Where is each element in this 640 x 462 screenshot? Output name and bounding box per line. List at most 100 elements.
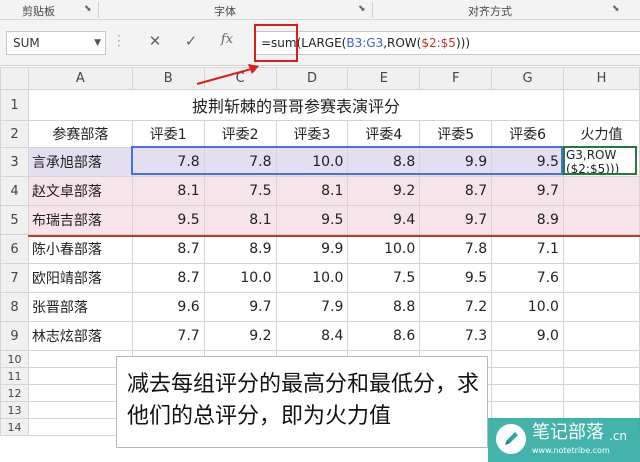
sheet-title[interactable]: 披荆斩棘的哥哥参赛表演评分 <box>27 89 564 121</box>
score-cell[interactable]: 10.0 <box>275 263 349 293</box>
score-cell[interactable]: 8.9 <box>491 205 564 235</box>
header-cell[interactable]: 评委6 <box>491 120 564 148</box>
score-cell[interactable]: 8.8 <box>347 147 421 177</box>
cell[interactable] <box>491 401 564 419</box>
header-cell[interactable]: 评委1 <box>131 120 205 148</box>
column-header[interactable]: A <box>27 67 133 90</box>
cell[interactable] <box>562 321 640 351</box>
row-header[interactable]: 8 <box>0 292 29 322</box>
score-cell[interactable]: 7.2 <box>419 292 493 322</box>
chevron-down-icon[interactable]: ▼ <box>94 32 101 54</box>
cell[interactable] <box>491 350 564 368</box>
select-all-corner[interactable] <box>0 67 29 90</box>
clipboard-launcher-icon[interactable]: ⬊ <box>84 4 94 14</box>
header-cell[interactable]: 评委2 <box>203 120 277 148</box>
score-cell[interactable]: 10.0 <box>347 234 421 264</box>
header-cell[interactable]: 评委5 <box>419 120 493 148</box>
score-cell[interactable]: 7.5 <box>203 176 277 206</box>
tribe-cell[interactable]: 陈小春部落 <box>27 234 133 264</box>
score-cell[interactable]: 9.6 <box>131 292 205 322</box>
score-cell[interactable]: 7.5 <box>347 263 421 293</box>
tribe-cell[interactable]: 赵文卓部落 <box>27 176 133 206</box>
score-cell[interactable]: 9.4 <box>347 205 421 235</box>
score-cell[interactable]: 8.1 <box>203 205 277 235</box>
header-cell[interactable]: 火力值 <box>562 120 640 148</box>
score-cell[interactable]: 7.8 <box>419 234 493 264</box>
score-cell[interactable]: 8.8 <box>347 292 421 322</box>
score-cell[interactable]: 8.4 <box>275 321 349 351</box>
score-cell[interactable]: 9.5 <box>491 147 564 177</box>
font-launcher-icon[interactable]: ⬊ <box>358 4 368 14</box>
row-header[interactable]: 1 <box>0 89 29 121</box>
score-cell[interactable]: 9.0 <box>491 321 564 351</box>
score-cell[interactable]: 7.8 <box>131 147 205 177</box>
name-box[interactable]: SUM ▼ <box>6 31 106 55</box>
score-cell[interactable]: 9.5 <box>275 205 349 235</box>
score-cell[interactable]: 9.2 <box>203 321 277 351</box>
score-cell[interactable]: 7.1 <box>491 234 564 264</box>
score-cell[interactable]: 10.0 <box>275 147 349 177</box>
tribe-cell[interactable]: 布瑞吉部落 <box>27 205 133 235</box>
cell[interactable] <box>562 367 640 385</box>
row-header[interactable]: 5 <box>0 205 29 235</box>
check-icon[interactable]: ✓ <box>180 32 202 50</box>
row-header[interactable]: 13 <box>0 401 29 419</box>
row-header[interactable]: 14 <box>0 418 29 436</box>
score-cell[interactable]: 7.6 <box>491 263 564 293</box>
row-header[interactable]: 11 <box>0 367 29 385</box>
drag-handle-icon[interactable]: · · · <box>117 30 123 52</box>
tribe-cell[interactable]: 张晋部落 <box>27 292 133 322</box>
row-header[interactable]: 7 <box>0 263 29 293</box>
score-cell[interactable]: 7.9 <box>275 292 349 322</box>
score-cell[interactable]: 9.2 <box>347 176 421 206</box>
column-header[interactable]: H <box>562 67 640 90</box>
score-cell[interactable]: 7.7 <box>131 321 205 351</box>
score-cell[interactable]: 9.7 <box>203 292 277 322</box>
score-cell[interactable]: 9.7 <box>491 176 564 206</box>
active-formula-cell[interactable]: G3,ROW($2:$5))) <box>562 147 640 177</box>
cell[interactable] <box>562 205 640 235</box>
cell[interactable] <box>562 292 640 322</box>
column-header[interactable]: F <box>419 67 493 90</box>
score-cell[interactable]: 9.9 <box>419 147 493 177</box>
cell[interactable] <box>562 234 640 264</box>
row-header[interactable]: 3 <box>0 147 29 177</box>
header-cell[interactable]: 评委3 <box>275 120 349 148</box>
column-header[interactable]: D <box>275 67 349 90</box>
cell[interactable] <box>491 384 564 402</box>
score-cell[interactable]: 8.1 <box>275 176 349 206</box>
score-cell[interactable]: 10.0 <box>203 263 277 293</box>
cell[interactable] <box>562 263 640 293</box>
score-cell[interactable]: 9.9 <box>275 234 349 264</box>
score-cell[interactable]: 8.7 <box>419 176 493 206</box>
close-icon[interactable]: ✕ <box>144 32 166 50</box>
header-cell[interactable]: 参赛部落 <box>27 120 133 148</box>
score-cell[interactable]: 9.5 <box>131 205 205 235</box>
header-cell[interactable]: 评委4 <box>347 120 421 148</box>
row-header[interactable]: 4 <box>0 176 29 206</box>
tribe-cell[interactable]: 欧阳靖部落 <box>27 263 133 293</box>
score-cell[interactable]: 8.7 <box>131 263 205 293</box>
cell[interactable] <box>491 367 564 385</box>
cell[interactable] <box>562 350 640 368</box>
row-header[interactable]: 6 <box>0 234 29 264</box>
score-cell[interactable]: 8.1 <box>131 176 205 206</box>
score-cell[interactable]: 7.3 <box>419 321 493 351</box>
row-header[interactable]: 9 <box>0 321 29 351</box>
score-cell[interactable]: 8.6 <box>347 321 421 351</box>
column-header[interactable]: B <box>131 67 205 90</box>
score-cell[interactable]: 8.9 <box>203 234 277 264</box>
tribe-cell[interactable]: 言承旭部落 <box>27 147 133 177</box>
score-cell[interactable]: 9.5 <box>419 263 493 293</box>
score-cell[interactable]: 10.0 <box>491 292 564 322</box>
cell[interactable] <box>562 89 640 121</box>
score-cell[interactable]: 9.7 <box>419 205 493 235</box>
column-header[interactable]: G <box>491 67 564 90</box>
cell[interactable] <box>562 176 640 206</box>
row-header[interactable]: 10 <box>0 350 29 368</box>
cell[interactable] <box>562 401 640 419</box>
score-cell[interactable]: 8.7 <box>131 234 205 264</box>
cell[interactable] <box>562 384 640 402</box>
insert-function-button[interactable]: fx <box>216 32 238 47</box>
row-header[interactable]: 2 <box>0 120 29 148</box>
